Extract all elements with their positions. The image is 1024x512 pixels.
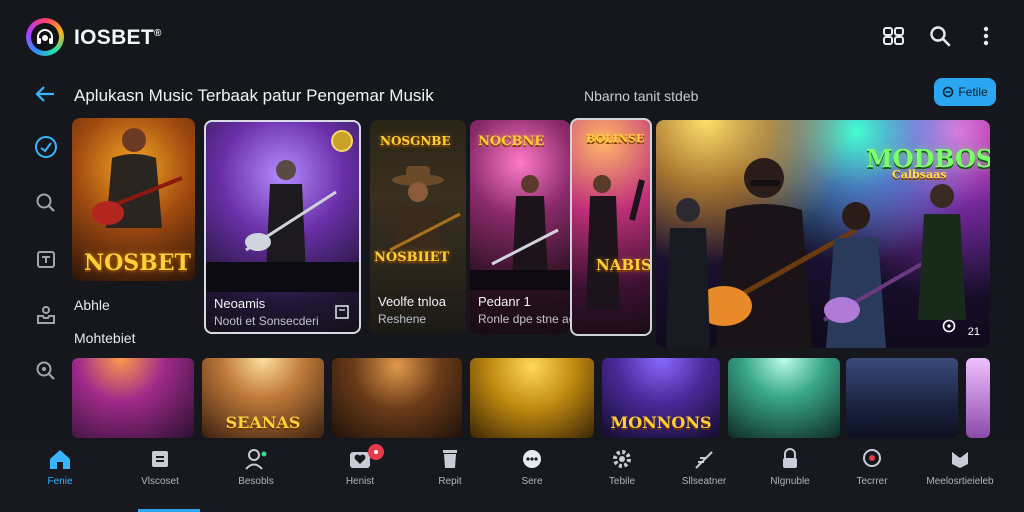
section-label-1: Abhle <box>74 297 110 313</box>
inbox-icon[interactable] <box>33 302 59 328</box>
thumbnail-card-5[interactable]: MONNONS <box>602 358 720 438</box>
nav-item-favorites[interactable]: Henist <box>320 444 400 504</box>
zoom-icon[interactable] <box>33 358 59 384</box>
featured-card-1[interactable]: NOSBET <box>72 118 195 281</box>
nav-label: Sere <box>521 476 543 487</box>
view-count: 21 <box>967 326 980 338</box>
gear-icon <box>613 450 631 468</box>
chat-icon <box>523 450 541 468</box>
filter-icon <box>943 86 954 98</box>
guitarist-illustration <box>92 128 183 228</box>
nav-item-security[interactable]: Nlgnuble <box>750 448 830 504</box>
app-title: IOSBET® <box>74 26 162 50</box>
featured-card-5[interactable]: BOLINSE NABIS <box>570 118 652 336</box>
card-caption: Pedanr 1 <box>478 294 531 309</box>
featured-card-3[interactable]: NOSGNBE NOSBIIET Veolfe tnloa Reshene <box>370 120 466 334</box>
thumbnail-label: SEANAS <box>225 413 301 432</box>
nav-item-chat[interactable]: Sere <box>492 448 572 504</box>
card-caption: Neoamis <box>214 296 266 311</box>
nav-label: Nlgnuble <box>770 476 810 487</box>
shield-icon <box>952 452 968 468</box>
calendar-icon[interactable] <box>33 246 59 272</box>
nav-label: Besobls <box>238 476 274 487</box>
nav-label: Tecrrer <box>856 476 888 487</box>
nav-label: Sllseatner <box>681 476 727 487</box>
app-logo[interactable] <box>26 18 64 56</box>
thumbnail-card-2[interactable]: SEANAS <box>202 358 324 438</box>
nav-item-trash[interactable]: Repit <box>410 448 490 504</box>
app-title-text: IOSBET <box>74 26 154 49</box>
nav-item-settings[interactable]: Tebile <box>582 448 662 504</box>
nav-item-library[interactable]: Vlscoset <box>120 448 200 504</box>
home-icon <box>50 450 70 469</box>
grid-icon[interactable] <box>882 24 906 48</box>
headline-row: Aplukasn Music Terbaak patur Pengemar Mu… <box>0 78 1024 114</box>
search-icon[interactable] <box>33 190 59 216</box>
featured-card-hero[interactable]: MODBOS Calbsaas 21 <box>656 120 990 348</box>
nav-label: Meelosrtieieleb <box>926 476 994 487</box>
trademark: ® <box>153 28 162 39</box>
top-bar: IOSBET® <box>0 0 1024 74</box>
featured-card-4[interactable]: NOCBNE Pedanr 1 Ronle dpe stne aeslo <box>470 120 570 334</box>
nav-label: Repit <box>438 476 462 487</box>
views-icon <box>942 319 956 338</box>
card-art-title: NABIS <box>596 256 652 274</box>
nav-item-compose[interactable]: Sllseatner <box>664 448 744 504</box>
thumbnail-card-6[interactable] <box>728 358 840 438</box>
featured-card-2[interactable]: Neoamis Nooti et Sonsecderi <box>204 120 361 334</box>
thumbnail-card-4[interactable] <box>470 358 594 438</box>
card-art-title: NOSBIIET <box>374 250 450 265</box>
card-subcaption: Ronle dpe stne aeslo <box>478 312 570 326</box>
nav-label: Vlscoset <box>141 476 179 487</box>
playlist-icon[interactable] <box>335 305 349 324</box>
back-arrow-icon[interactable] <box>34 84 56 109</box>
stage-guitarist-illustration <box>470 175 570 290</box>
page-title: Aplukasn Music Terbaak patur Pengemar Mu… <box>74 86 434 105</box>
card-brand-title: NOSBET <box>84 250 191 276</box>
bottom-nav: Fenie Vlscoset Besobls Henist Repit Sere… <box>0 440 1024 512</box>
compass-icon[interactable] <box>33 134 59 160</box>
nav-item-location[interactable]: Tecrrer <box>832 448 912 504</box>
library-icon <box>152 451 168 467</box>
card-brand-title: NOSGNBE <box>380 134 451 148</box>
nav-label: Tebile <box>608 476 636 487</box>
nav-item-home[interactable]: Fenie <box>20 448 100 504</box>
nav-label: Fenie <box>47 476 73 487</box>
nav-label: Henist <box>345 476 375 487</box>
search-icon[interactable] <box>928 24 952 48</box>
headphones-icon <box>31 23 59 51</box>
band-illustration <box>586 175 645 310</box>
filter-button-label: Fetile <box>958 85 988 99</box>
lock-icon <box>783 448 797 468</box>
top-actions <box>882 24 998 48</box>
card-subcaption: Reshene <box>378 312 427 326</box>
card-subcaption: Nooti et Sonsecderi <box>214 314 319 328</box>
location-icon <box>863 449 881 467</box>
thumbnail-card-8[interactable] <box>966 358 990 438</box>
thumbnail-card-3[interactable] <box>332 358 462 438</box>
card-caption: Veolfe tnloa <box>378 294 446 309</box>
nav-item-profile[interactable]: Besobls <box>216 448 296 504</box>
notification-badge <box>368 444 384 460</box>
card-brand-title: NOCBNE <box>478 134 545 149</box>
trash-icon <box>443 450 457 468</box>
thumbnail-label: MONNONS <box>610 413 712 432</box>
coin-icon <box>331 130 353 152</box>
more-options-icon[interactable] <box>974 24 998 48</box>
section-label-2: Mohtebiet <box>74 330 136 346</box>
page-subtitle: Nbarno tanit stdeb <box>584 88 699 104</box>
card-brand-title: BOLINSE <box>586 132 645 145</box>
side-rail <box>30 134 62 384</box>
user-icon <box>245 449 267 470</box>
feather-icon <box>695 451 713 469</box>
thumbnail-card-1[interactable] <box>72 358 194 438</box>
rock-band-illustration <box>666 158 966 348</box>
filter-button[interactable]: Fetile <box>934 78 996 106</box>
thumbnail-card-7[interactable] <box>846 358 958 438</box>
nav-item-protection[interactable]: Meelosrtieieleb <box>920 448 1000 504</box>
